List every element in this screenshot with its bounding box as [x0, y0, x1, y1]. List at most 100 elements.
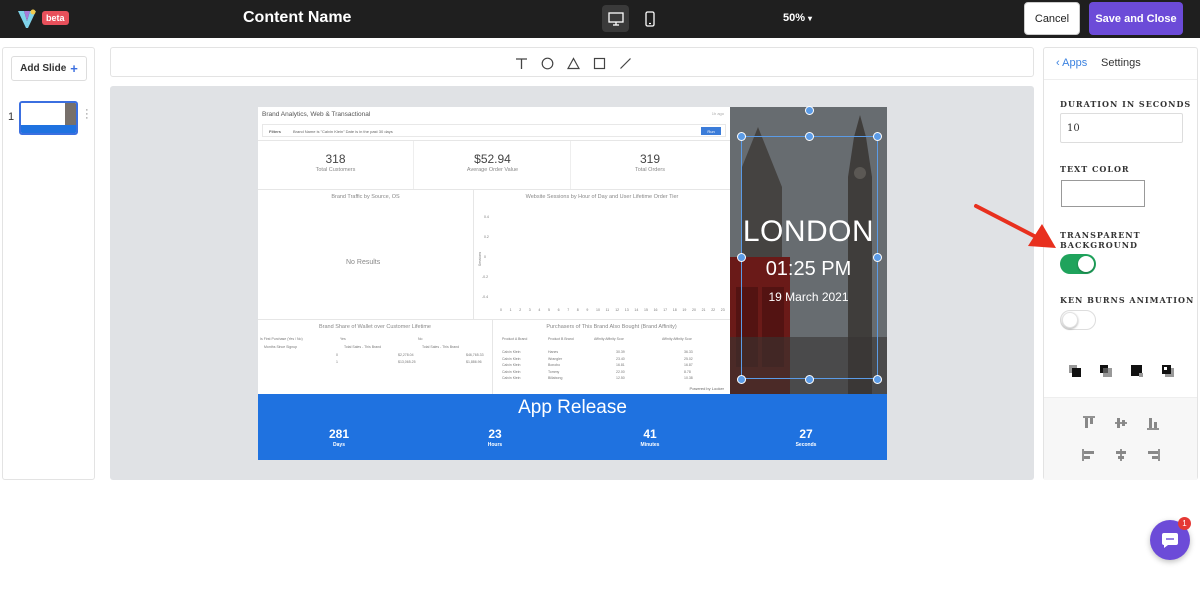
- resize-handle[interactable]: [805, 375, 814, 384]
- y-tick-label: 0: [484, 255, 486, 259]
- triangle-tool-icon[interactable]: [566, 56, 580, 70]
- resize-handle[interactable]: [737, 253, 746, 262]
- align-top-icon[interactable]: [1082, 416, 1096, 430]
- y-axis-label: Sessions: [478, 251, 483, 267]
- rotate-handle[interactable]: [805, 106, 814, 115]
- resize-handle[interactable]: [805, 132, 814, 141]
- zoom-dropdown[interactable]: 50% ▾: [783, 12, 812, 24]
- wallet-cell: $46,765.33: [466, 353, 484, 357]
- selection-box[interactable]: [741, 136, 878, 379]
- slide-preview[interactable]: Brand Analytics, Web & Transactional 1h …: [258, 106, 887, 460]
- wallet-panel-title: Brand Share of Wallet over Customer Life…: [319, 324, 431, 330]
- square-tool-icon[interactable]: [592, 56, 606, 70]
- app-logo-icon[interactable]: [16, 8, 38, 30]
- desktop-preview-button[interactable]: [602, 5, 629, 32]
- divider: [492, 319, 493, 394]
- wallet-subheader: Months Since Signup: [264, 345, 298, 349]
- bring-to-front-icon[interactable]: [1068, 364, 1082, 378]
- resize-handle[interactable]: [873, 132, 882, 141]
- x-tick-label: 7: [567, 308, 570, 312]
- x-tick-label: 21: [701, 308, 706, 312]
- text-color-picker[interactable]: [1061, 180, 1145, 207]
- align-middle-icon[interactable]: [1114, 416, 1128, 430]
- text-tool-icon[interactable]: [514, 56, 528, 70]
- shape-toolbar: [110, 47, 1034, 77]
- resize-handle[interactable]: [873, 253, 882, 262]
- settings-tab[interactable]: Settings: [1101, 57, 1141, 69]
- x-tick-label: 2: [519, 308, 522, 312]
- resize-handle[interactable]: [737, 375, 746, 384]
- countdown-value: 23: [488, 427, 502, 441]
- annotation-arrow-icon: [974, 204, 1056, 248]
- x-tick-label: 17: [663, 308, 668, 312]
- transparent-bg-label-2: BACKGROUND: [1060, 240, 1138, 250]
- align-left-icon[interactable]: [1082, 448, 1096, 462]
- affinity-cell: Wrangler: [548, 356, 563, 361]
- kpi-total-customers: 318 Total Customers: [258, 141, 414, 189]
- top-bar: beta Content Name 50% ▾ Cancel Save and C…: [0, 0, 1200, 38]
- line-tool-icon[interactable]: [618, 56, 632, 70]
- divider: [258, 319, 730, 320]
- ken-burns-toggle[interactable]: [1060, 310, 1096, 330]
- affinity-cell: 22.00: [616, 369, 625, 374]
- countdown-minutes: 41 Minutes: [620, 427, 680, 448]
- cancel-button[interactable]: Cancel: [1024, 2, 1080, 35]
- wallet-subheader: Total Sales - This Brand: [422, 345, 460, 349]
- countdown-widget[interactable]: App Release 281 Days 23 Hours 41 Minutes…: [258, 394, 887, 460]
- content-name-title[interactable]: Content Name: [243, 9, 351, 27]
- affinity-cell: 12.50: [616, 376, 625, 380]
- send-to-back-icon[interactable]: [1161, 364, 1175, 378]
- align-right-icon[interactable]: [1146, 448, 1160, 462]
- affinity-cell: 8.78: [684, 369, 691, 374]
- affinity-cell: Hanes: [548, 350, 559, 354]
- align-bottom-icon[interactable]: [1146, 416, 1160, 430]
- affinity-cell: Calvin Klein: [502, 369, 521, 374]
- wallet-cell: 1: [336, 360, 338, 364]
- x-tick-label: 11: [605, 308, 610, 312]
- slide-more-menu-icon[interactable]: · · ·: [85, 105, 89, 124]
- resize-handle[interactable]: [737, 132, 746, 141]
- align-center-icon[interactable]: [1114, 448, 1128, 462]
- duration-input[interactable]: 10: [1060, 113, 1183, 143]
- toggle-knob: [1062, 312, 1078, 328]
- kpi-total-orders: 319 Total Orders: [572, 141, 728, 189]
- desktop-icon: [607, 11, 624, 26]
- affinity-cell: Calvin Klein: [502, 350, 521, 354]
- kpi-average-order-value: $52.94 Average Order Value: [415, 141, 571, 189]
- countdown-seconds: 27 Seconds: [776, 427, 836, 448]
- dashboard-run-button: Run: [701, 127, 721, 135]
- save-and-close-button[interactable]: Save and Close: [1089, 2, 1183, 35]
- circle-tool-icon[interactable]: [540, 56, 554, 70]
- kpi-value: 318: [325, 152, 346, 166]
- send-backward-icon[interactable]: [1130, 364, 1144, 378]
- ken-burns-label: KEN BURNS ANIMATION: [1060, 295, 1195, 305]
- affinity-cell: 25.02: [684, 356, 693, 361]
- back-to-apps-link[interactable]: ‹ Apps: [1056, 57, 1087, 69]
- add-slide-button[interactable]: Add Slide +: [11, 56, 87, 81]
- chat-icon: [1162, 532, 1178, 548]
- mobile-preview-button[interactable]: [636, 5, 663, 32]
- affinity-cell: 36.33: [684, 350, 693, 354]
- affinity-cell: Bonobo: [548, 363, 561, 367]
- y-tick-label: 0.2: [484, 235, 489, 239]
- slide-thumbnail[interactable]: [19, 101, 78, 135]
- x-tick-label: 9: [586, 308, 589, 312]
- affinity-cell: Calvin Klein: [502, 363, 521, 367]
- affinity-cell: 16.81: [616, 363, 625, 367]
- looker-dashboard-widget[interactable]: Brand Analytics, Web & Transactional 1h …: [258, 107, 730, 394]
- countdown-label: Hours: [487, 442, 503, 448]
- affinity-cell: 16.87: [684, 363, 693, 367]
- divider: [258, 189, 730, 190]
- divider: [258, 140, 730, 141]
- powered-by-looker: Powered by Looker: [689, 386, 724, 391]
- transparent-background-toggle[interactable]: [1060, 254, 1096, 274]
- toggle-knob: [1078, 256, 1094, 272]
- bring-forward-icon[interactable]: [1099, 364, 1113, 378]
- resize-handle[interactable]: [873, 375, 882, 384]
- wallet-cell: $2,278.04: [398, 353, 414, 357]
- alignment-section: [1044, 398, 1197, 480]
- countdown-value: 281: [328, 427, 350, 441]
- wallet-cell: $1,886.96: [466, 360, 482, 364]
- affinity-cell: 10.38: [684, 376, 693, 380]
- kpi-value: 319: [639, 152, 661, 166]
